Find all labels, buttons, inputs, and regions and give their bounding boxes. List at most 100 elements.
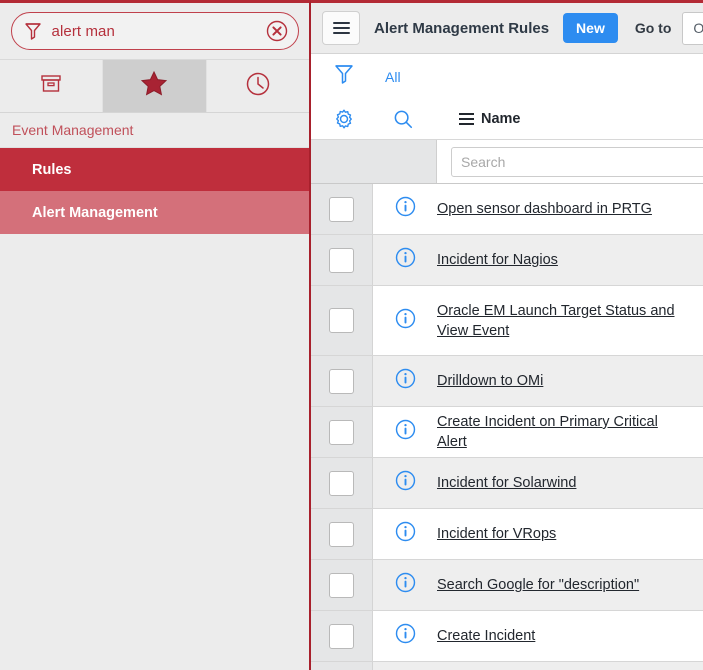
filter-gutter bbox=[311, 140, 437, 183]
rule-link[interactable]: Search Google for "description" bbox=[437, 575, 639, 595]
row-checkbox-cell bbox=[311, 184, 373, 234]
info-icon[interactable] bbox=[395, 196, 416, 222]
new-button[interactable]: New bbox=[563, 13, 618, 43]
goto-label: Go to bbox=[634, 20, 672, 36]
app-root: alert man Event Management Rules Alert M… bbox=[0, 0, 703, 670]
tab-archive[interactable] bbox=[0, 60, 104, 112]
filter-row: All bbox=[311, 54, 703, 99]
order-select[interactable]: Order bbox=[682, 11, 703, 45]
row-checkbox[interactable] bbox=[329, 470, 354, 496]
row-checkbox-cell bbox=[311, 286, 373, 355]
table-row[interactable]: Search Google for "description" bbox=[311, 560, 703, 611]
column-header-name[interactable]: Name bbox=[459, 110, 521, 128]
sidebar-item-alert-management[interactable]: Alert Management bbox=[0, 191, 309, 234]
nav-tree: Event Management Rules Alert Management bbox=[0, 113, 309, 670]
nav-search-box[interactable]: alert man bbox=[10, 12, 299, 50]
left-navigation-panel: alert man Event Management Rules Alert M… bbox=[0, 0, 311, 670]
rule-link[interactable]: Incident for Nagios bbox=[437, 250, 558, 270]
row-name-cell: Oracle EM Launch Target Status and View … bbox=[437, 286, 703, 355]
sidebar-item-rules[interactable]: Rules bbox=[0, 148, 309, 191]
row-name-cell: Open sensor dashboard in PRTG bbox=[437, 184, 703, 234]
column-search-input[interactable]: Search bbox=[451, 146, 703, 177]
rule-link[interactable]: Oracle EM Launch Target Status and View … bbox=[437, 301, 689, 341]
row-checkbox-cell bbox=[311, 509, 373, 559]
star-icon bbox=[140, 70, 168, 102]
row-name-cell: Incident for VRops bbox=[437, 509, 703, 559]
rule-link[interactable]: Drilldown to OMi bbox=[437, 371, 543, 391]
row-info-cell bbox=[373, 184, 437, 234]
row-checkbox[interactable] bbox=[329, 196, 354, 222]
filter-all-link[interactable]: All bbox=[385, 69, 401, 85]
info-icon[interactable] bbox=[395, 572, 416, 598]
table-row[interactable]: Create Incident bbox=[311, 611, 703, 662]
info-icon[interactable] bbox=[395, 247, 416, 273]
row-info-cell bbox=[373, 286, 437, 355]
row-name-cell: Create Incident on Primary Critical Aler… bbox=[437, 407, 703, 457]
info-icon[interactable] bbox=[395, 368, 416, 394]
row-name-cell: Incident for Nagios bbox=[437, 235, 703, 285]
row-info-cell bbox=[373, 509, 437, 559]
info-icon[interactable] bbox=[395, 623, 416, 649]
nav-group-header: Event Management bbox=[0, 113, 309, 148]
nav-search-container: alert man bbox=[0, 3, 309, 60]
info-icon[interactable] bbox=[395, 470, 416, 496]
clock-icon bbox=[245, 71, 271, 102]
tab-favorites[interactable] bbox=[103, 60, 207, 112]
rule-link[interactable]: Open sensor dashboard in PRTG bbox=[437, 199, 652, 219]
tab-history[interactable] bbox=[207, 60, 309, 112]
row-checkbox[interactable] bbox=[329, 419, 354, 445]
main-content-panel: Alert Management Rules New Go to Order A… bbox=[311, 0, 703, 670]
row-name-cell: Incident for Solarwind bbox=[437, 458, 703, 508]
row-info-cell bbox=[373, 235, 437, 285]
table-row[interactable]: Incident for Solarwind bbox=[311, 458, 703, 509]
row-checkbox-cell bbox=[311, 407, 373, 457]
row-checkbox[interactable] bbox=[329, 308, 354, 333]
row-checkbox[interactable] bbox=[329, 368, 354, 394]
archive-box-icon bbox=[38, 72, 64, 101]
row-info-cell bbox=[373, 407, 437, 457]
rule-link[interactable]: Incident for Solarwind bbox=[437, 473, 576, 493]
row-checkbox[interactable] bbox=[329, 521, 354, 547]
table-row[interactable]: Incident for Nagios bbox=[311, 235, 703, 286]
table-row[interactable]: Drilldown to OMi bbox=[311, 356, 703, 407]
clear-search-icon[interactable] bbox=[266, 20, 288, 42]
sidebar-item-label: Alert Management bbox=[32, 204, 158, 221]
row-checkbox[interactable] bbox=[329, 572, 354, 598]
row-checkbox[interactable] bbox=[329, 247, 354, 273]
nav-search-value: alert man bbox=[51, 22, 115, 40]
row-checkbox-cell bbox=[311, 235, 373, 285]
row-name-cell: Search Google for "description" bbox=[437, 560, 703, 610]
row-checkbox-cell bbox=[311, 356, 373, 406]
rules-table: Open sensor dashboard in PRTG Incident f… bbox=[311, 184, 703, 670]
table-row[interactable]: Incident for VRops bbox=[311, 509, 703, 560]
sidebar-item-label: Rules bbox=[32, 161, 72, 178]
hamburger-icon[interactable] bbox=[322, 11, 360, 45]
info-icon[interactable] bbox=[395, 419, 416, 445]
funnel-icon[interactable] bbox=[333, 62, 355, 91]
row-checkbox-cell bbox=[311, 458, 373, 508]
table-row[interactable]: Create Incident on Primary Critical Aler… bbox=[311, 407, 703, 458]
row-name-cell: Drilldown to OMi bbox=[437, 356, 703, 406]
row-checkbox[interactable] bbox=[329, 623, 354, 649]
column-filter-row: Search bbox=[311, 139, 703, 184]
caret-down-icon bbox=[18, 166, 28, 173]
table-row[interactable]: Open sensor dashboard in PRTG bbox=[311, 184, 703, 235]
row-checkbox-cell bbox=[311, 662, 373, 670]
row-info-cell bbox=[373, 662, 437, 670]
table-row[interactable]: Create Incident Manually bbox=[311, 662, 703, 670]
rule-link[interactable]: Create Incident bbox=[437, 626, 535, 646]
nav-tab-strip bbox=[0, 60, 309, 113]
row-info-cell bbox=[373, 458, 437, 508]
row-checkbox-cell bbox=[311, 611, 373, 661]
rule-link[interactable]: Incident for VRops bbox=[437, 524, 556, 544]
rule-link[interactable]: Create Incident on Primary Critical Aler… bbox=[437, 412, 689, 452]
magnifier-icon[interactable] bbox=[392, 108, 414, 130]
table-row[interactable]: Oracle EM Launch Target Status and View … bbox=[311, 286, 703, 356]
info-icon[interactable] bbox=[395, 308, 416, 334]
column-header-label: Name bbox=[481, 111, 521, 127]
main-toolbar: Alert Management Rules New Go to Order bbox=[311, 3, 703, 54]
row-name-cell: Create Incident Manually bbox=[437, 662, 703, 670]
hamburger-lines bbox=[332, 19, 350, 37]
gear-icon[interactable] bbox=[333, 108, 355, 130]
info-icon[interactable] bbox=[395, 521, 416, 547]
